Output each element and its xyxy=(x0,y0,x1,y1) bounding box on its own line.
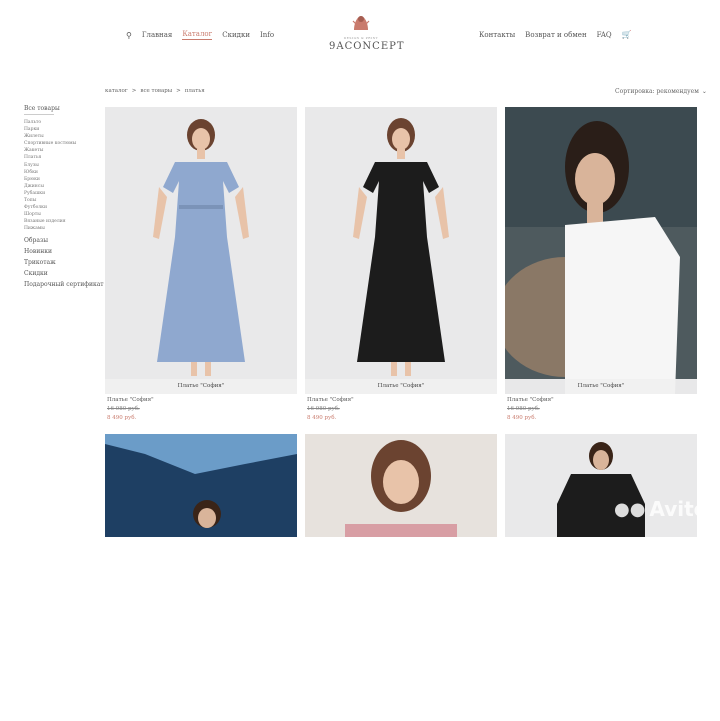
nav-catalog[interactable]: Каталог xyxy=(182,30,213,40)
sidebar-knitwear[interactable]: Трикотаж xyxy=(24,259,104,266)
nav-left: ⚲ Главная Каталог Скидки Info xyxy=(126,30,274,40)
nav-home[interactable]: Главная xyxy=(142,31,172,39)
breadcrumb-catalog[interactable]: каталог xyxy=(105,88,128,94)
sidebar-item[interactable]: Вязаные изделия xyxy=(24,218,104,225)
nav-sale[interactable]: Скидки xyxy=(222,31,250,39)
product-old-price: 16 980 руб. xyxy=(107,406,140,412)
product-label: Платье "София" xyxy=(305,379,497,394)
sidebar-item[interactable]: Платья xyxy=(24,154,104,161)
nav-right: Контакты Возврат и обмен FAQ 🛒 xyxy=(479,30,632,39)
cart-icon[interactable]: 🛒 xyxy=(622,30,632,39)
sidebar-new[interactable]: Новинки xyxy=(24,248,104,255)
sidebar-item[interactable]: Топы xyxy=(24,197,104,204)
nav-faq[interactable]: FAQ xyxy=(597,31,612,39)
sidebar-item[interactable]: Пальто xyxy=(24,119,104,126)
sidebar-item[interactable]: Блузы xyxy=(24,162,104,169)
sidebar-looks[interactable]: Образы xyxy=(24,237,104,244)
product-name[interactable]: Платье "София" xyxy=(107,397,154,403)
sidebar-item[interactable]: Пижамы xyxy=(24,225,104,232)
lion-emblem-icon xyxy=(352,16,370,30)
sidebar-item[interactable]: Рубашки xyxy=(24,190,104,197)
product-new-price: 8 490 руб. xyxy=(107,415,137,421)
sidebar-item[interactable]: Парки xyxy=(24,126,104,133)
product-photo[interactable] xyxy=(105,107,297,394)
sidebar-item[interactable]: Юбки xyxy=(24,169,104,176)
product-photo[interactable] xyxy=(305,107,497,394)
product-label: Платье "София" xyxy=(505,379,697,394)
sidebar-gift-card[interactable]: Подарочный сертификат xyxy=(24,281,104,288)
watermark: ●● Avito xyxy=(614,497,707,521)
chevron-down-icon: ⌄ xyxy=(701,88,707,95)
breadcrumb-dresses: платья xyxy=(184,88,205,94)
sidebar-item[interactable]: Футболки xyxy=(24,204,104,211)
sidebar-item[interactable]: Брюки xyxy=(24,176,104,183)
logo-tagline: DESIGN & PRINT xyxy=(343,36,379,40)
breadcrumb: каталог > все товары > платья xyxy=(105,88,205,94)
sidebar-item[interactable]: Жилеты xyxy=(24,133,104,140)
sidebar-all-items[interactable]: Все товары xyxy=(24,105,104,112)
sidebar-item[interactable]: Шорты xyxy=(24,211,104,218)
sidebar: Все товары Пальто Парки Жилеты Спортивны… xyxy=(24,105,104,288)
avito-logo-icon: ●● xyxy=(614,498,646,520)
watermark-text: Avito xyxy=(649,497,708,521)
breadcrumb-all[interactable]: все товары xyxy=(140,88,172,94)
product-name[interactable]: Платье "София" xyxy=(507,397,554,403)
logo[interactable]: DESIGN & PRINT 9ACONCEPT xyxy=(329,12,405,52)
product-label: Платье "София" xyxy=(105,379,297,394)
sidebar-sale[interactable]: Скидки xyxy=(24,270,104,277)
product-new-price: 8 490 руб. xyxy=(307,415,337,421)
product-photo[interactable] xyxy=(105,434,297,721)
breadcrumb-sep: > xyxy=(131,88,137,94)
product-photo[interactable] xyxy=(305,434,497,721)
sidebar-item[interactable]: Жакеты xyxy=(24,147,104,154)
breadcrumb-sep: > xyxy=(176,88,181,94)
product-photo[interactable] xyxy=(505,107,697,394)
nav-contacts[interactable]: Контакты xyxy=(479,31,515,39)
product-new-price: 8 490 руб. xyxy=(507,415,537,421)
search-icon[interactable]: ⚲ xyxy=(126,31,132,40)
product-photo[interactable] xyxy=(505,434,697,721)
nav-returns[interactable]: Возврат и обмен xyxy=(525,31,586,39)
sort-label: Сортировка: рекомендуем xyxy=(615,88,699,95)
logo-text: 9ACONCEPT xyxy=(329,41,405,52)
divider xyxy=(24,114,54,115)
header: ⚲ Главная Каталог Скидки Info DESIGN & P… xyxy=(0,0,720,70)
sidebar-item[interactable]: Спортивные костюмы xyxy=(24,140,104,147)
sort-dropdown[interactable]: Сортировка: рекомендуем ⌄ xyxy=(615,88,707,95)
sidebar-item[interactable]: Джинсы xyxy=(24,183,104,190)
nav-info[interactable]: Info xyxy=(260,31,274,39)
product-name[interactable]: Платье "София" xyxy=(307,397,354,403)
product-old-price: 16 980 руб. xyxy=(507,406,540,412)
product-old-price: 16 980 руб. xyxy=(307,406,340,412)
